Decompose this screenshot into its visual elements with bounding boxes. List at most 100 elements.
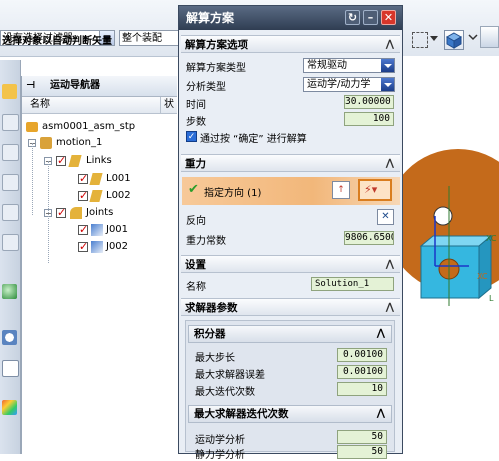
specify-direction-label: 指定方向 (1) [204, 188, 262, 199]
clock-icon[interactable] [2, 330, 17, 345]
collapse-icon[interactable]: ⋀ [377, 326, 385, 342]
kinematic-analysis-label: 运动学分析 [195, 435, 245, 446]
j001-checkbox[interactable] [78, 222, 88, 238]
solve-on-ok-checkbox[interactable]: ✓ [186, 131, 197, 142]
analysis-type-value: 运动学/动力学 [307, 79, 371, 90]
tool-icon[interactable] [2, 204, 19, 221]
revolute-joint-icon [91, 224, 103, 236]
l001-checkbox[interactable] [78, 171, 88, 187]
tree-label-l002: L002 [106, 190, 131, 201]
section-gravity[interactable]: 重力 ⋀ [181, 154, 400, 172]
section-title: 设置 [185, 259, 206, 271]
max-error-input[interactable]: 0.00100 [337, 365, 387, 379]
subsection-title: 积分器 [194, 328, 226, 340]
max-error-label: 最大求解器误差 [195, 370, 265, 381]
more-icon[interactable] [480, 26, 499, 48]
collapse-icon[interactable]: ⋀ [386, 155, 394, 173]
solution-type-select[interactable]: 常规驱动 [303, 58, 395, 73]
link-icon [89, 173, 103, 185]
column-state[interactable]: 状 [160, 97, 174, 113]
section-solver-params[interactable]: 求解器参数 ⋀ [181, 298, 400, 316]
tree-label-links: Links [86, 155, 112, 166]
joints-checkbox[interactable] [56, 205, 66, 221]
minimize-icon[interactable]: – [363, 10, 378, 25]
gravity-constant-input[interactable]: 9806.6500 [344, 231, 394, 245]
navigator-titlebar: ⊣ 运动导航器 [22, 76, 177, 97]
l002-checkbox[interactable] [78, 188, 88, 204]
chevron-down-icon[interactable] [381, 78, 394, 91]
subsection-title: 最大求解器迭代次数 [194, 408, 289, 420]
resource-bar [0, 60, 21, 454]
reset-icon[interactable]: ↻ [345, 10, 360, 25]
section-title: 重力 [185, 158, 206, 170]
time-input[interactable]: 30.00000 [344, 95, 394, 109]
dialog-title: 解算方案 [186, 11, 235, 25]
status-hint: 选择对象以自动判断矢量 [2, 36, 112, 47]
steps-input[interactable]: 100 [344, 112, 394, 126]
column-name[interactable]: 名称 [30, 97, 50, 113]
section-title: 求解器参数 [185, 302, 238, 314]
axis-label: L [489, 294, 494, 303]
collapse-icon[interactable]: ⋀ [386, 256, 394, 274]
selection-box-icon[interactable] [412, 32, 428, 48]
part-icon[interactable] [2, 114, 19, 131]
max-iterations-label: 最大迭代次数 [195, 387, 255, 398]
axis-label: XC [486, 234, 497, 243]
kinematic-analysis-input[interactable]: 50 [337, 430, 387, 444]
globe-icon[interactable] [2, 284, 17, 299]
subsection-max-solver-iterations[interactable]: 最大求解器迭代次数 ⋀ [188, 405, 392, 423]
links-checkbox[interactable] [56, 153, 66, 169]
static-analysis-input[interactable]: 50 [337, 445, 387, 459]
palette-icon[interactable] [2, 400, 17, 415]
tree-label-root: asm0001_asm_stp [42, 121, 136, 132]
max-step-input[interactable]: 0.00100 [337, 348, 387, 362]
chevron-down-icon[interactable] [381, 59, 394, 72]
pin-icon[interactable]: ⊣ [26, 76, 35, 96]
analysis-type-label: 分析类型 [186, 82, 226, 93]
check-icon: ✔ [188, 182, 199, 197]
collapse-icon[interactable]: ⋀ [377, 406, 385, 422]
reverse-label: 反向 [186, 216, 206, 227]
inferred-vector-icon[interactable]: ⚡▾ [358, 179, 392, 201]
section-solution-options[interactable]: 解算方案选项 ⋀ [181, 35, 400, 53]
max-iterations-input[interactable]: 10 [337, 382, 387, 396]
tree-label-j001: J001 [106, 224, 129, 235]
chevron-down-icon[interactable] [468, 32, 478, 42]
section-settings[interactable]: 设置 ⋀ [181, 255, 400, 273]
link-icon [68, 155, 82, 167]
joint-icon [70, 207, 82, 219]
subsection-integrator[interactable]: 积分器 ⋀ [188, 325, 392, 343]
chevron-down-icon[interactable] [430, 36, 438, 44]
link-icon [89, 190, 103, 202]
tool-icon[interactable] [2, 234, 19, 251]
solution-type-value: 常规驱动 [307, 60, 347, 71]
name-input[interactable]: Solution_1 [311, 277, 394, 291]
analysis-type-select[interactable]: 运动学/动力学 [303, 77, 395, 92]
tree-label-j002: J002 [106, 241, 129, 252]
vector-dialog-icon[interactable]: ↑ [332, 181, 350, 199]
constraint-icon[interactable] [2, 144, 19, 161]
collapse-icon[interactable]: ⋀ [386, 36, 394, 54]
solution-dialog: 解算方案 ↻ – ✕ 解算方案选项 ⋀ 解算方案类型 常规驱动 分析类型 运动学… [178, 5, 403, 461]
tree-guide [32, 143, 34, 215]
link-icon[interactable] [2, 174, 19, 191]
dialog-titlebar: 解算方案 ↻ – ✕ [179, 6, 402, 30]
assembly-icon[interactable] [2, 84, 17, 99]
specify-direction-row[interactable]: ✔ 指定方向 (1) ↑ ⚡▾ [182, 177, 400, 205]
reverse-direction-icon[interactable]: ✕ [377, 209, 394, 225]
list-icon[interactable] [2, 360, 19, 377]
collapse-icon[interactable]: ⋀ [386, 299, 394, 317]
steps-label: 步数 [186, 117, 206, 128]
close-icon[interactable]: ✕ [381, 10, 396, 25]
solve-on-ok-label: 通过按 “确定” 进行解算 [200, 134, 307, 145]
navigator-title: 运动导航器 [50, 80, 100, 91]
slider-joint-icon [91, 241, 103, 253]
cube-view-icon[interactable] [444, 30, 464, 50]
tree-label-motion: motion_1 [56, 137, 103, 148]
solution-type-label: 解算方案类型 [186, 63, 246, 74]
navigator-header: 名称 状 [22, 97, 177, 114]
name-label: 名称 [186, 282, 206, 293]
axis-label: XC [477, 272, 488, 281]
graphics-window[interactable]: XC XC L [386, 56, 499, 454]
j002-checkbox[interactable] [78, 239, 88, 255]
